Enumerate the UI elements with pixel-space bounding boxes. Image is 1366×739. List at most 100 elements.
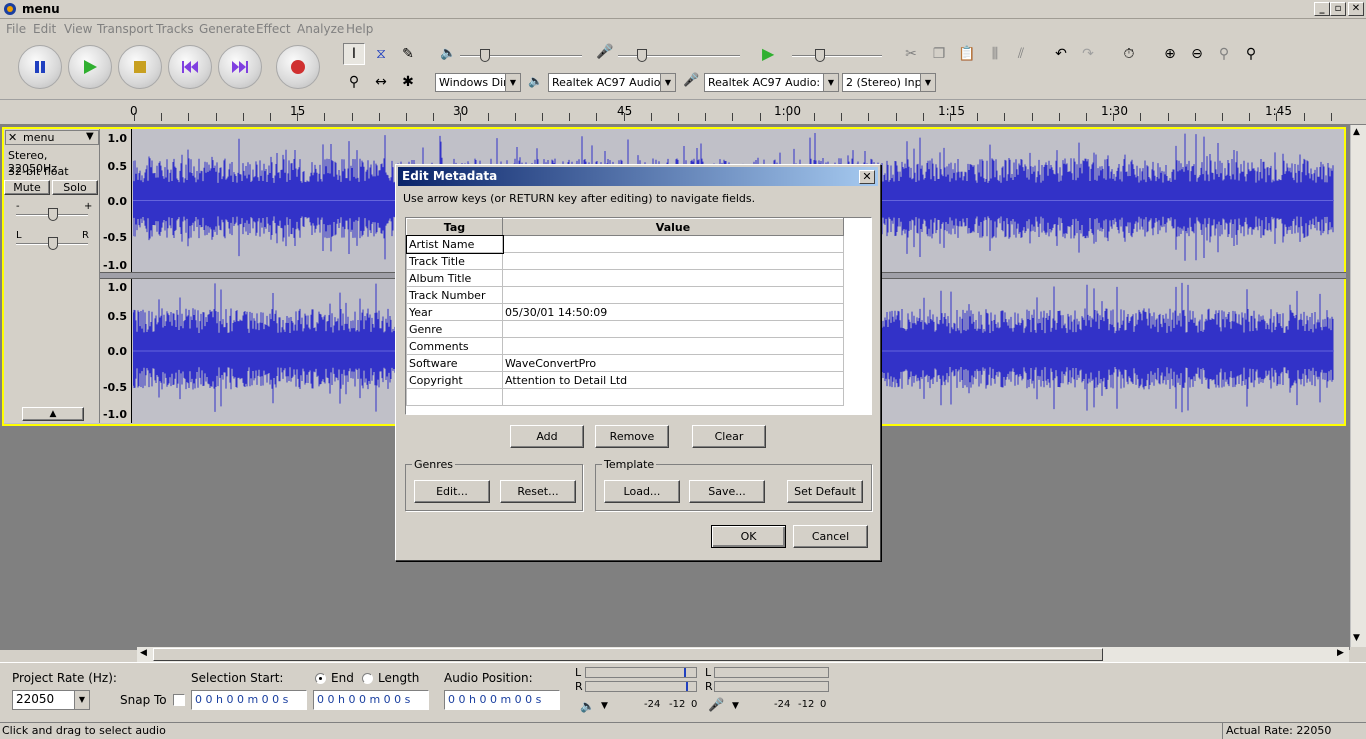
tag-cell[interactable]: Track Title — [406, 252, 503, 270]
value-cell[interactable]: WaveConvertPro — [502, 354, 844, 372]
redo-button[interactable]: ↷ — [1077, 43, 1099, 65]
track-menu[interactable]: ✕ menu ▼ — [5, 130, 99, 145]
dialog-close-button[interactable]: ✕ — [859, 170, 875, 184]
scroll-up-icon[interactable]: ▲ — [1353, 127, 1360, 137]
pause-button[interactable] — [18, 45, 62, 89]
input-device-select[interactable]: Realtek AC97 Audio: Ste ▼ — [704, 73, 839, 92]
skip-start-button[interactable] — [168, 45, 212, 89]
multi-tool[interactable]: ✱ — [397, 71, 419, 93]
set-default-button[interactable]: Set Default — [787, 480, 863, 503]
audio-host-select[interactable]: Windows Dire ▼ — [435, 73, 521, 92]
metadata-row[interactable]: Album Title — [406, 269, 844, 287]
snap-to-checkbox[interactable] — [173, 694, 185, 706]
tag-cell[interactable]: Copyright — [406, 371, 503, 389]
end-radio[interactable] — [315, 673, 326, 684]
tag-cell[interactable]: Album Title — [406, 269, 503, 287]
close-track-icon[interactable]: ✕ — [8, 131, 17, 144]
zoom-tool[interactable]: ⚲ — [343, 71, 365, 93]
record-meter-dropdown-icon[interactable]: ▼ — [732, 701, 739, 711]
timeline-ruler[interactable]: 0 15 30 45 1:00 1:15 1:30 1:45 — [0, 99, 1366, 125]
load-template-button[interactable]: Load... — [604, 480, 680, 503]
tag-cell[interactable]: Year — [406, 303, 503, 321]
mute-button[interactable]: Mute — [4, 180, 50, 195]
menu-transport[interactable]: Transport — [97, 22, 153, 36]
metadata-row[interactable]: Genre — [406, 320, 844, 338]
menu-view[interactable]: View — [64, 22, 92, 36]
tag-cell[interactable]: Artist Name — [405, 234, 504, 254]
value-cell[interactable] — [502, 235, 844, 253]
playback-volume-slider[interactable] — [460, 55, 582, 57]
cancel-button[interactable]: Cancel — [793, 525, 868, 548]
paste-button[interactable]: 📋 — [956, 43, 978, 65]
horizontal-scrollbar[interactable]: ◀ ▶ — [137, 647, 1349, 662]
selection-end-time[interactable]: 0 0 h 0 0 m 0 0 s — [313, 690, 429, 710]
playback-volume-thumb[interactable] — [480, 49, 490, 62]
clear-button[interactable]: Clear — [692, 425, 766, 448]
timeshift-tool[interactable]: ↔ — [370, 71, 392, 93]
silence-button[interactable]: ⫽ — [1010, 43, 1032, 65]
save-template-button[interactable]: Save... — [689, 480, 765, 503]
metadata-row[interactable]: Track Number — [406, 286, 844, 304]
value-cell[interactable] — [502, 269, 844, 287]
metadata-row[interactable]: Copyright Attention to Detail Ltd — [406, 371, 844, 389]
scroll-left-icon[interactable]: ◀ — [140, 648, 147, 658]
minimize-button[interactable]: _ — [1314, 2, 1330, 16]
output-device-select[interactable]: Realtek AC97 Audio ▼ — [548, 73, 676, 92]
tag-cell[interactable]: Software — [406, 354, 503, 372]
remove-button[interactable]: Remove — [595, 425, 669, 448]
tag-cell[interactable]: Track Number — [406, 286, 503, 304]
metadata-row[interactable]: Track Title — [406, 252, 844, 270]
play-speed-slider[interactable] — [792, 55, 882, 57]
menu-tracks[interactable]: Tracks — [156, 22, 194, 36]
reset-genres-button[interactable]: Reset... — [500, 480, 576, 503]
value-cell[interactable] — [502, 388, 844, 406]
restore-button[interactable]: ▫ — [1330, 2, 1346, 16]
menu-analyze[interactable]: Analyze — [297, 22, 344, 36]
tag-cell[interactable]: Comments — [406, 337, 503, 355]
play-button[interactable] — [68, 45, 112, 89]
selection-tool[interactable]: I — [343, 43, 365, 65]
solo-button[interactable]: Solo — [52, 180, 98, 195]
play-speed-thumb[interactable] — [815, 49, 825, 62]
cut-button[interactable]: ✂ — [900, 43, 922, 65]
value-cell[interactable] — [502, 337, 844, 355]
tag-column-header[interactable]: Tag — [406, 218, 503, 236]
undo-button[interactable]: ↶ — [1050, 43, 1072, 65]
collapse-track-button[interactable]: ▲ — [22, 407, 84, 421]
value-column-header[interactable]: Value — [502, 218, 844, 236]
scroll-right-icon[interactable]: ▶ — [1337, 648, 1344, 658]
metadata-row[interactable]: Year 05/30/01 14:50:09 — [406, 303, 844, 321]
trim-button[interactable]: ⫼ — [984, 43, 1006, 65]
draw-tool[interactable]: ✎ — [397, 43, 419, 65]
length-radio[interactable] — [362, 673, 373, 684]
metadata-row[interactable]: Software WaveConvertPro — [406, 354, 844, 372]
sync-lock-button[interactable]: ⏱ — [1118, 43, 1140, 65]
envelope-tool[interactable]: ⧖ — [370, 43, 392, 65]
menu-file[interactable]: File — [6, 22, 26, 36]
ok-button[interactable]: OK — [711, 525, 786, 548]
zoom-out-button[interactable]: ⊖ — [1186, 43, 1208, 65]
selection-start-time[interactable]: 0 0 h 0 0 m 0 0 s — [191, 690, 307, 710]
pan-thumb[interactable] — [48, 237, 58, 250]
project-rate-select[interactable]: 22050 ▼ — [12, 690, 90, 710]
gain-thumb[interactable] — [48, 208, 58, 221]
metadata-row[interactable]: Artist Name — [405, 234, 844, 254]
menu-effect[interactable]: Effect — [256, 22, 291, 36]
menu-help[interactable]: Help — [346, 22, 373, 36]
add-button[interactable]: Add — [510, 425, 584, 448]
menu-edit[interactable]: Edit — [33, 22, 56, 36]
record-volume-thumb[interactable] — [637, 49, 647, 62]
stop-button[interactable] — [118, 45, 162, 89]
value-cell[interactable] — [502, 286, 844, 304]
close-window-button[interactable]: ✕ — [1348, 2, 1364, 16]
fit-project-button[interactable]: ⚲ — [1240, 43, 1262, 65]
audio-position-time[interactable]: 0 0 h 0 0 m 0 0 s — [444, 690, 560, 710]
edit-genres-button[interactable]: Edit... — [414, 480, 490, 503]
value-cell[interactable] — [502, 320, 844, 338]
menu-generate[interactable]: Generate — [199, 22, 255, 36]
metadata-row[interactable] — [406, 388, 844, 406]
tag-cell[interactable]: Genre — [406, 320, 503, 338]
playback-meter-dropdown-icon[interactable]: ▼ — [601, 701, 608, 711]
scroll-down-icon[interactable]: ▼ — [1353, 633, 1360, 643]
copy-button[interactable]: ❐ — [928, 43, 950, 65]
